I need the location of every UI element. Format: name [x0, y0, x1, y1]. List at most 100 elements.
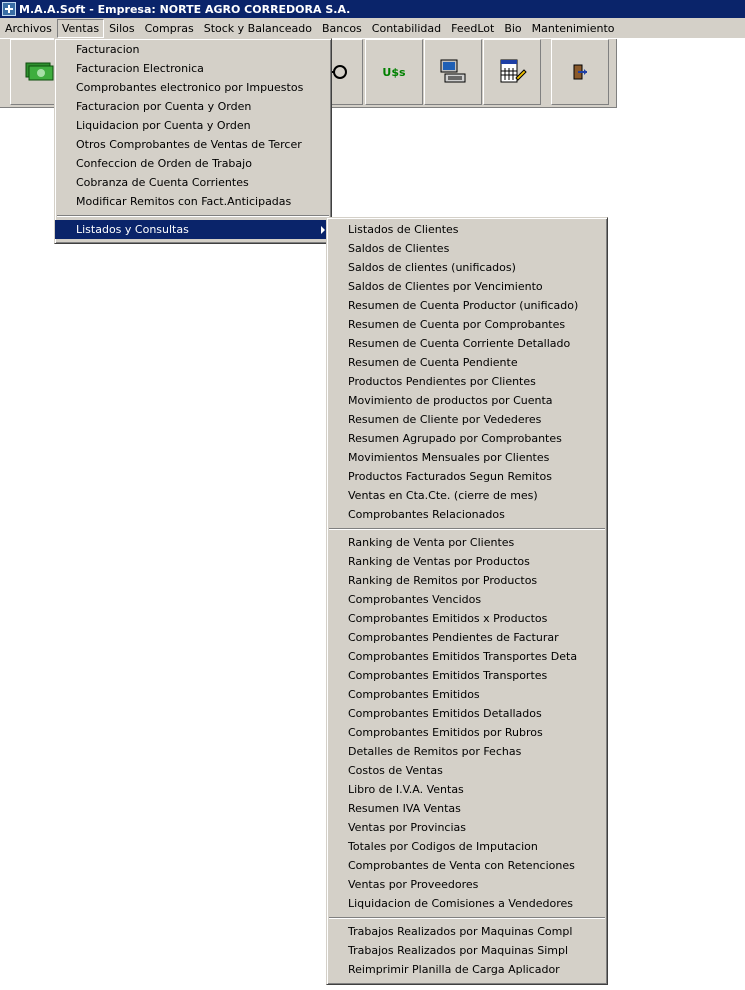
- menu-item-libro-de-i-v-a-ventas[interactable]: Libro de I.V.A. Ventas: [327, 780, 607, 799]
- menu-feedlot[interactable]: FeedLot: [446, 19, 499, 38]
- menu-item-label: Resumen de Cuenta Pendiente: [348, 356, 518, 369]
- menu-item-listados-de-clientes[interactable]: Listados de Clientes: [327, 220, 607, 239]
- menu-item-resumen-de-cuenta-pendiente[interactable]: Resumen de Cuenta Pendiente: [327, 353, 607, 372]
- menu-item-liquidacion-de-comisiones-a-vendedores[interactable]: Liquidacion de Comisiones a Vendedores: [327, 894, 607, 913]
- menu-item-productos-facturados-segun-remitos[interactable]: Productos Facturados Segun Remitos: [327, 467, 607, 486]
- menu-archivos[interactable]: Archivos: [0, 19, 57, 38]
- menu-ventas[interactable]: Ventas: [56, 18, 105, 38]
- menu-bio[interactable]: Bio: [499, 19, 526, 38]
- computer-icon: [440, 59, 466, 83]
- menu-item-ranking-de-remitos-por-productos[interactable]: Ranking de Remitos por Productos: [327, 571, 607, 590]
- menu-item-label: Facturacion: [76, 43, 140, 56]
- menu-item-ventas-por-provincias[interactable]: Ventas por Provincias: [327, 818, 607, 837]
- menu-item-resumen-de-cliente-por-vedederes[interactable]: Resumen de Cliente por Vedederes: [327, 410, 607, 429]
- menu-item-comprobantes-impuestos[interactable]: Comprobantes electronico por Impuestos: [55, 78, 331, 97]
- menu-item-comprobantes-emitidos-transportes[interactable]: Comprobantes Emitidos Transportes: [327, 666, 607, 685]
- menu-item-label: Ventas por Provincias: [348, 821, 466, 834]
- menu-item-comprobantes-emitidos-detallados[interactable]: Comprobantes Emitidos Detallados: [327, 704, 607, 723]
- menu-item-detalles-de-remitos-por-fechas[interactable]: Detalles de Remitos por Fechas: [327, 742, 607, 761]
- menu-item-resumen-iva-ventas[interactable]: Resumen IVA Ventas: [327, 799, 607, 818]
- menu-separator: [327, 524, 607, 533]
- menu-item-label: Comprobantes Emitidos x Productos: [348, 612, 548, 625]
- menu-item-comprobantes-de-venta-con-retenciones[interactable]: Comprobantes de Venta con Retenciones: [327, 856, 607, 875]
- toolbar-computer-button[interactable]: [424, 39, 482, 105]
- menu-item-facturacion-cuenta-orden[interactable]: Facturacion por Cuenta y Orden: [55, 97, 331, 116]
- menu-item-label: Ranking de Remitos por Productos: [348, 574, 538, 587]
- menu-item-label: Facturacion por Cuenta y Orden: [76, 100, 252, 113]
- menu-item-resumen-de-cuenta-productor-unificado[interactable]: Resumen de Cuenta Productor (unificado): [327, 296, 607, 315]
- menu-item-comprobantes-emitidos-por-rubros[interactable]: Comprobantes Emitidos por Rubros: [327, 723, 607, 742]
- menu-item-orden-trabajo[interactable]: Confeccion de Orden de Trabajo: [55, 154, 331, 173]
- menu-item-movimientos-mensuales-por-clientes[interactable]: Movimientos Mensuales por Clientes: [327, 448, 607, 467]
- menu-stock-balanceado[interactable]: Stock y Balanceado: [199, 19, 317, 38]
- menu-item-label: Resumen IVA Ventas: [348, 802, 461, 815]
- menu-item-liquidacion-cuenta-orden[interactable]: Liquidacion por Cuenta y Orden: [55, 116, 331, 135]
- menu-item-resumen-de-cuenta-corriente-detallado[interactable]: Resumen de Cuenta Corriente Detallado: [327, 334, 607, 353]
- menu-item-label: Saldos de clientes (unificados): [348, 261, 516, 274]
- menu-item-label: Ventas por Proveedores: [348, 878, 479, 891]
- toolbar-calculator-button[interactable]: [483, 39, 541, 105]
- submenu-arrow-icon: [321, 226, 325, 234]
- menu-item-trabajos-realizados-por-maquinas-compl[interactable]: Trabajos Realizados por Maquinas Compl: [327, 922, 607, 941]
- menu-item-label: Libro de I.V.A. Ventas: [348, 783, 464, 796]
- menu-item-productos-pendientes-por-clientes[interactable]: Productos Pendientes por Clientes: [327, 372, 607, 391]
- menu-item-label: Comprobantes electronico por Impuestos: [76, 81, 304, 94]
- menu-item-comprobantes-emitidos-transportes-deta[interactable]: Comprobantes Emitidos Transportes Deta: [327, 647, 607, 666]
- menu-mantenimiento[interactable]: Mantenimiento: [527, 19, 620, 38]
- menu-item-modificar-remitos[interactable]: Modificar Remitos con Fact.Anticipadas: [55, 192, 331, 211]
- menu-item-saldos-de-clientes-por-vencimiento[interactable]: Saldos de Clientes por Vencimiento: [327, 277, 607, 296]
- menu-item-label: Otros Comprobantes de Ventas de Tercer: [76, 138, 302, 151]
- menu-item-resumen-agrupado-por-comprobantes[interactable]: Resumen Agrupado por Comprobantes: [327, 429, 607, 448]
- menu-item-label: Comprobantes Relacionados: [348, 508, 505, 521]
- menu-item-label: Ranking de Venta por Clientes: [348, 536, 515, 549]
- menu-item-label: Costos de Ventas: [348, 764, 443, 777]
- menu-item-ranking-de-ventas-por-productos[interactable]: Ranking de Ventas por Productos: [327, 552, 607, 571]
- menu-item-costos-de-ventas[interactable]: Costos de Ventas: [327, 761, 607, 780]
- toolbar-usd-button[interactable]: U$s: [365, 39, 423, 105]
- menu-item-label: Trabajos Realizados por Maquinas Compl: [348, 925, 573, 938]
- menu-compras[interactable]: Compras: [140, 19, 199, 38]
- menu-item-facturacion[interactable]: Facturacion: [55, 40, 331, 59]
- menu-item-trabajos-realizados-por-maquinas-simpl[interactable]: Trabajos Realizados por Maquinas Simpl: [327, 941, 607, 960]
- menu-contabilidad[interactable]: Contabilidad: [367, 19, 446, 38]
- toolbar-exit-button[interactable]: [551, 39, 609, 105]
- menu-item-label: Liquidacion por Cuenta y Orden: [76, 119, 251, 132]
- menu-item-label: Saldos de Clientes por Vencimiento: [348, 280, 543, 293]
- menu-item-label: Saldos de Clientes: [348, 242, 450, 255]
- money-icon: [25, 62, 54, 81]
- menu-item-movimiento-de-productos-por-cuenta[interactable]: Movimiento de productos por Cuenta: [327, 391, 607, 410]
- menu-item-ranking-de-venta-por-clientes[interactable]: Ranking de Venta por Clientes: [327, 533, 607, 552]
- title-bar: M.A.A.Soft - Empresa: NORTE AGRO CORREDO…: [0, 0, 745, 18]
- menu-silos[interactable]: Silos: [104, 19, 140, 38]
- menu-item-saldos-de-clientes[interactable]: Saldos de Clientes: [327, 239, 607, 258]
- listados-submenu: Listados de Clientes Saldos de Clientes Sa…: [326, 217, 608, 985]
- menu-separator: [327, 913, 607, 922]
- menu-item-totales-por-codigos-de-imputacion[interactable]: Totales por Codigos de Imputacion: [327, 837, 607, 856]
- menu-item-resumen-de-cuenta-por-comprobantes[interactable]: Resumen de Cuenta por Comprobantes: [327, 315, 607, 334]
- menu-item-comprobantes-pendientes-de-facturar[interactable]: Comprobantes Pendientes de Facturar: [327, 628, 607, 647]
- menu-item-ventas-por-proveedores[interactable]: Ventas por Proveedores: [327, 875, 607, 894]
- menu-item-label: Movimientos Mensuales por Clientes: [348, 451, 550, 464]
- menu-item-label: Movimiento de productos por Cuenta: [348, 394, 553, 407]
- menu-item-label: Modificar Remitos con Fact.Anticipadas: [76, 195, 292, 208]
- menu-item-ventas-en-cta-cte-cierre-de-mes[interactable]: Ventas en Cta.Cte. (cierre de mes): [327, 486, 607, 505]
- menu-item-reimprimir-planilla-de-carga-aplicador[interactable]: Reimprimir Planilla de Carga Aplicador: [327, 960, 607, 979]
- menu-item-label: Productos Facturados Segun Remitos: [348, 470, 552, 483]
- calculator-icon: [500, 59, 527, 83]
- menu-item-cobranza[interactable]: Cobranza de Cuenta Corrientes: [55, 173, 331, 192]
- menu-item-comprobantes-emitidos-x-productos[interactable]: Comprobantes Emitidos x Productos: [327, 609, 607, 628]
- menu-item-comprobantes-vencidos[interactable]: Comprobantes Vencidos: [327, 590, 607, 609]
- menu-item-comprobantes-emitidos[interactable]: Comprobantes Emitidos: [327, 685, 607, 704]
- menu-item-label: Comprobantes Vencidos: [348, 593, 482, 606]
- menu-item-label: Resumen de Cuenta Productor (unificado): [348, 299, 579, 312]
- window-title: M.A.A.Soft - Empresa: NORTE AGRO CORREDO…: [19, 2, 351, 16]
- menu-bancos[interactable]: Bancos: [317, 19, 367, 38]
- menu-item-listados-consultas[interactable]: Listados y Consultas: [55, 220, 331, 239]
- menu-item-label: Comprobantes Emitidos por Rubros: [348, 726, 543, 739]
- menu-item-facturacion-electronica[interactable]: Facturacion Electronica: [55, 59, 331, 78]
- menu-item-otros-comprobantes[interactable]: Otros Comprobantes de Ventas de Tercer: [55, 135, 331, 154]
- menu-item-label: Totales por Codigos de Imputacion: [348, 840, 538, 853]
- menu-bar: Archivos Ventas Silos Compras Stock y Ba…: [0, 18, 745, 39]
- menu-item-saldos-de-clientes-unificados[interactable]: Saldos de clientes (unificados): [327, 258, 607, 277]
- menu-item-comprobantes-relacionados[interactable]: Comprobantes Relacionados: [327, 505, 607, 524]
